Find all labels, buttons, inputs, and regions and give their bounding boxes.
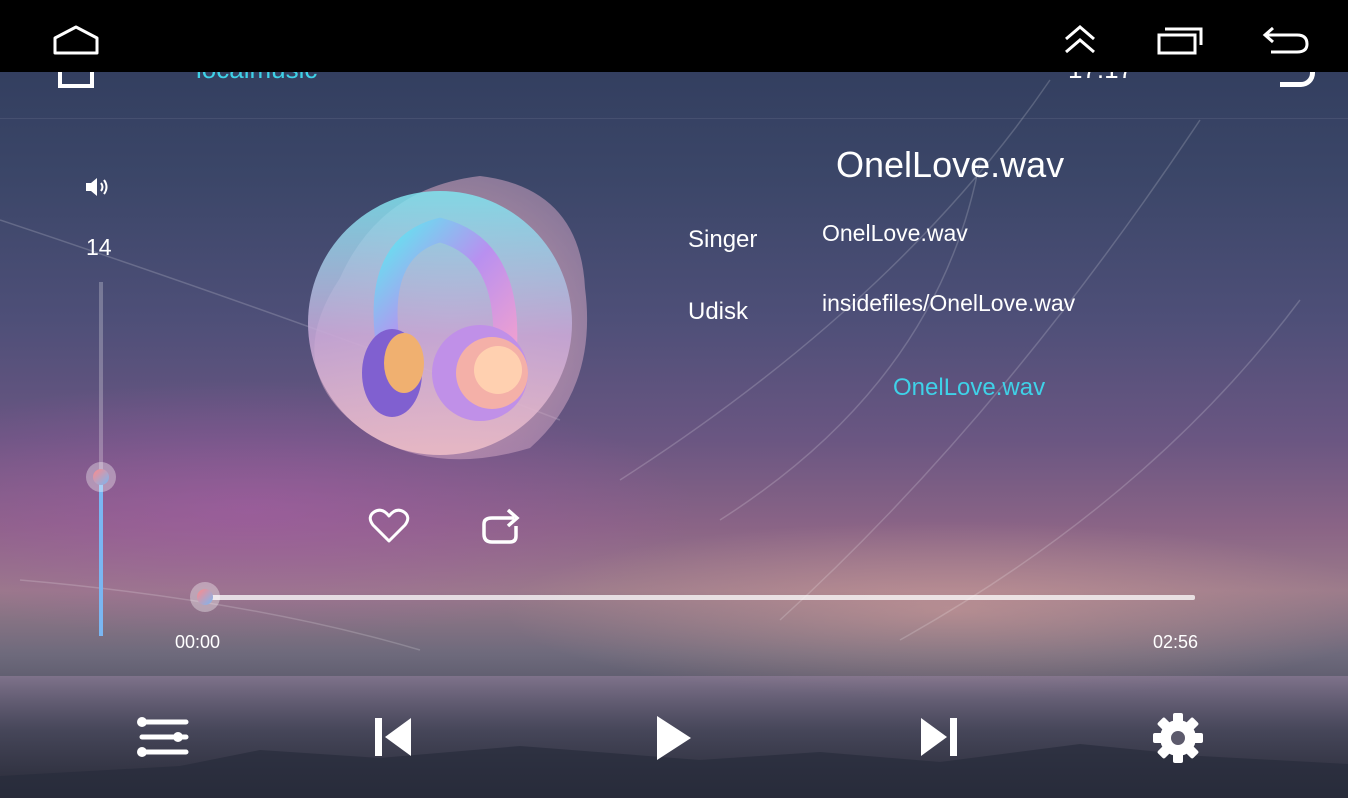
singer-label: Singer <box>688 226 758 253</box>
recent-apps-icon[interactable] <box>1152 20 1208 60</box>
album-art <box>280 168 600 468</box>
source-label: Udisk <box>688 298 749 325</box>
return-icon[interactable] <box>1280 72 1315 87</box>
app-header: localmusic 17:17 <box>0 72 1348 119</box>
progress-slider[interactable] <box>190 582 1195 612</box>
singer-value: OnelLove.wav <box>822 220 968 246</box>
volume-value: 14 <box>86 234 112 260</box>
back-arrow-icon[interactable] <box>1258 20 1314 60</box>
volume-slider[interactable] <box>86 282 116 636</box>
play-icon[interactable] <box>650 712 696 764</box>
speaker-icon <box>84 176 114 203</box>
system-navigation-bar <box>0 0 1348 72</box>
app-title: localmusic <box>196 72 317 85</box>
lyric-line: OnelLove.wav <box>893 374 1046 401</box>
chevron-up-double-icon[interactable] <box>1052 20 1108 60</box>
source-value: insidefiles/OnelLove.wav <box>822 290 1076 316</box>
volume-slider-handle[interactable] <box>86 461 116 492</box>
playlist-icon[interactable] <box>132 712 192 762</box>
volume-slider-fill <box>99 476 103 636</box>
home-outline-icon[interactable] <box>48 20 104 60</box>
heart-icon[interactable] <box>368 508 410 549</box>
previous-icon[interactable] <box>370 714 416 760</box>
settings-gear-icon[interactable] <box>1150 710 1206 766</box>
current-time: 00:00 <box>175 632 221 652</box>
playback-controls-bar <box>0 676 1348 798</box>
total-time: 02:56 <box>1153 632 1199 652</box>
home-icon[interactable] <box>58 72 94 88</box>
repeat-icon[interactable] <box>480 506 526 551</box>
next-icon[interactable] <box>916 714 962 760</box>
music-player-screen: localmusic 17:17 14 <box>0 0 1348 798</box>
progress-slider-handle[interactable] <box>190 582 220 612</box>
clock: 17:17 <box>1068 72 1133 85</box>
song-title: OnelLove.wav <box>836 144 1065 185</box>
